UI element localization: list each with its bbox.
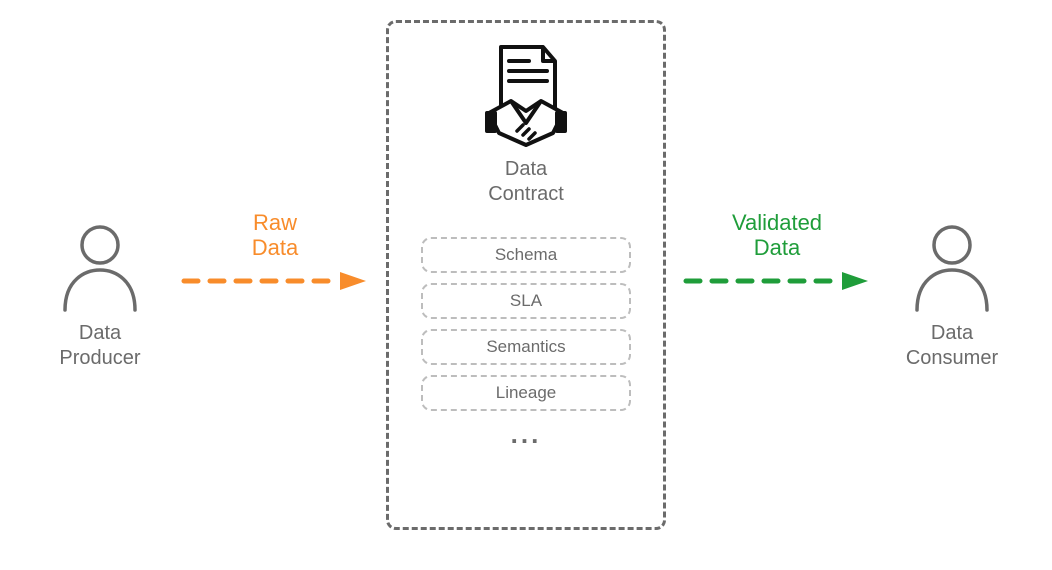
producer-label: Data Producer [20,321,180,371]
contract-component-semantics: Semantics [421,329,631,365]
arrow-right-icon [682,269,872,293]
contract-component-lineage: Lineage [421,375,631,411]
raw-data-arrow: Raw Data [180,210,370,298]
person-icon [50,215,150,315]
arrow-right-icon [180,269,370,293]
consumer-label: Data Consumer [872,321,1032,371]
contract-handshake-icon [471,41,581,151]
person-icon [902,215,1002,315]
contract-components: Schema SLA Semantics Lineage [405,237,647,411]
data-producer: Data Producer [20,215,180,371]
contract-title: Data Contract [488,157,564,207]
contract-component-sla: SLA [421,283,631,319]
validated-data-label: Validated Data [682,210,872,261]
data-contract-box: Data Contract Schema SLA Semantics Linea… [386,20,666,530]
raw-data-label: Raw Data [180,210,370,261]
validated-data-arrow: Validated Data [682,210,872,298]
data-consumer: Data Consumer [872,215,1032,371]
contract-component-schema: Schema [421,237,631,273]
more-indicator: ... [511,419,542,450]
